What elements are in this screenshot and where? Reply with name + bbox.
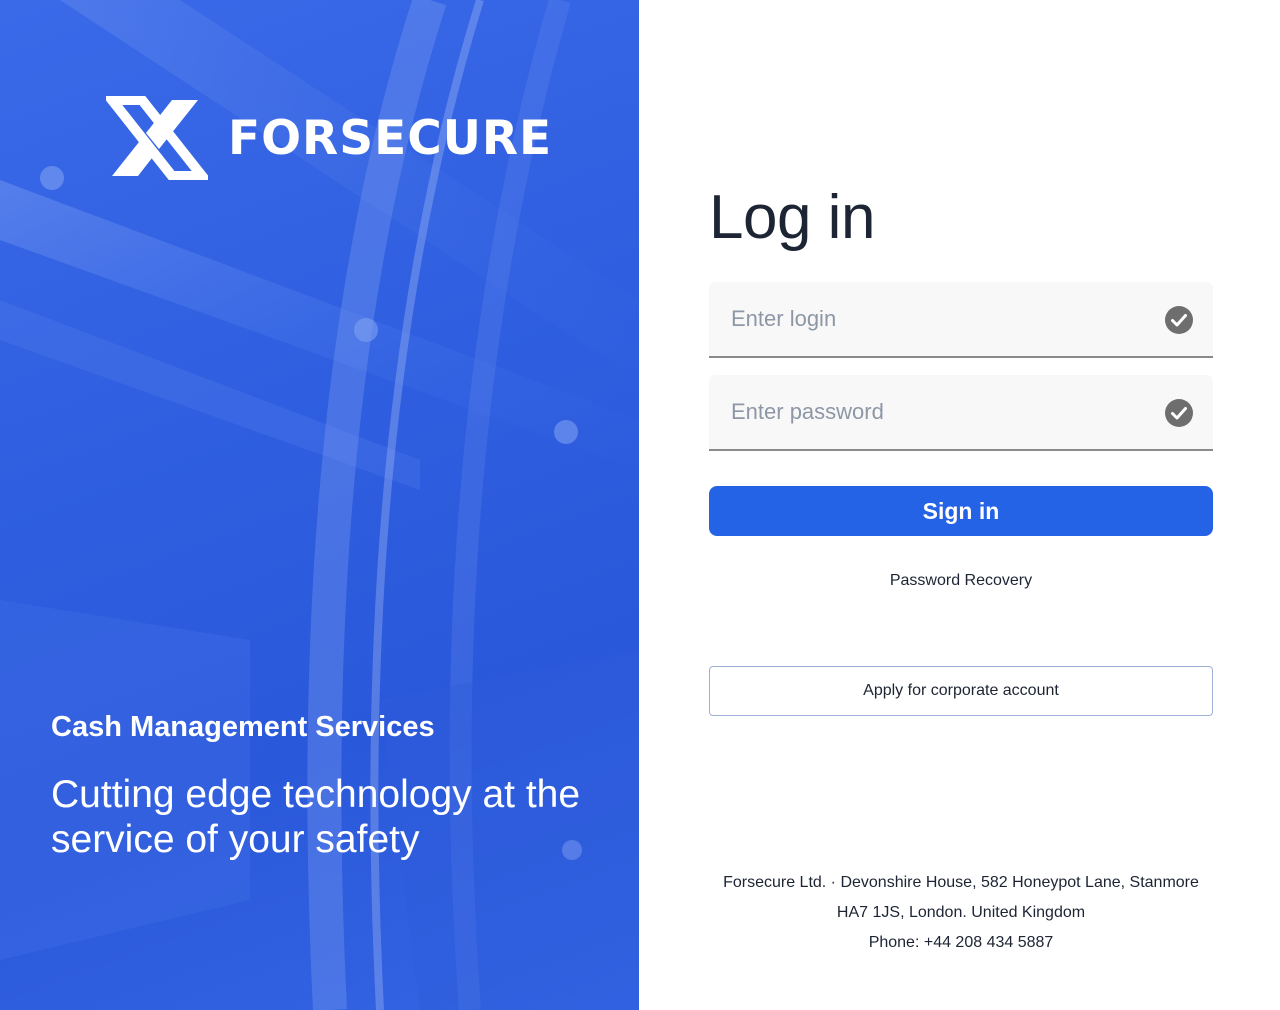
password-input[interactable] bbox=[709, 375, 1213, 449]
apply-corporate-account-button[interactable]: Apply for corporate account bbox=[709, 666, 1213, 716]
sign-in-button[interactable]: Sign in bbox=[709, 486, 1213, 536]
login-panel: Log in Sign in Password Recovery Apply f… bbox=[639, 0, 1280, 1010]
password-field bbox=[709, 375, 1213, 451]
brand-logo: FORSECURE bbox=[106, 96, 552, 180]
hero-tagline-line1: Cutting edge technology at the bbox=[51, 773, 581, 816]
hero-subtitle: Cash Management Services bbox=[51, 711, 435, 743]
check-circle-icon bbox=[1165, 399, 1193, 427]
hero-tagline: Cutting edge technology at the service o… bbox=[51, 772, 611, 862]
footer-phone: Phone: +44 208 434 5887 bbox=[868, 934, 1054, 951]
page-title: Log in bbox=[709, 183, 875, 252]
login-field bbox=[709, 282, 1213, 358]
footer-address-line1: Forsecure Ltd. · Devonshire House, 582 H… bbox=[723, 874, 1199, 891]
password-recovery-link[interactable]: Password Recovery bbox=[709, 570, 1213, 592]
check-circle-icon bbox=[1165, 306, 1193, 334]
login-input[interactable] bbox=[709, 282, 1213, 356]
x-logo-icon bbox=[106, 96, 208, 180]
hero-tagline-line2: service of your safety bbox=[51, 818, 420, 861]
footer-address-line2: HA7 1JS, London. United Kingdom bbox=[836, 904, 1086, 921]
brand-name: FORSECURE bbox=[228, 110, 553, 166]
login-page: FORSECURE Cash Management Services Cutti… bbox=[0, 0, 1280, 1010]
hero-panel: FORSECURE Cash Management Services Cutti… bbox=[0, 0, 639, 1010]
company-footer: Forsecure Ltd. · Devonshire House, 582 H… bbox=[679, 868, 1243, 958]
